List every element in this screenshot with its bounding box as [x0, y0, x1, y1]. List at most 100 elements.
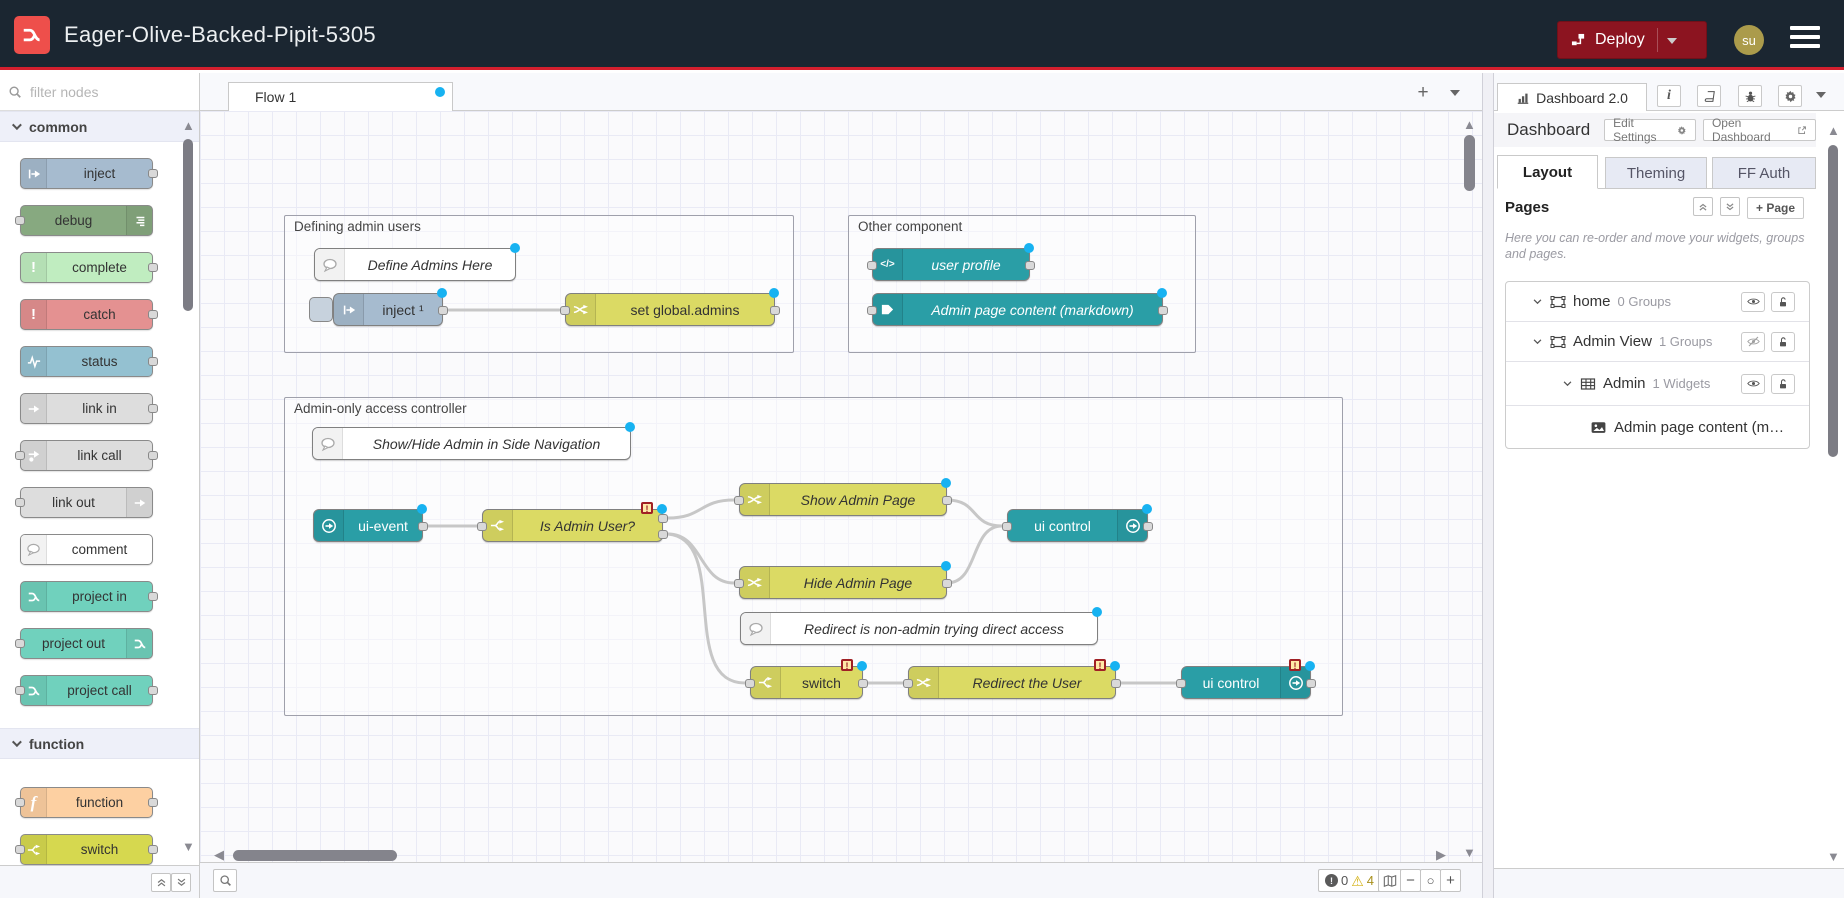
input-port[interactable] [15, 216, 25, 225]
palette-node-complete[interactable]: ! complete [20, 252, 153, 283]
input-port[interactable] [15, 845, 25, 854]
palette-node-function[interactable]: f function [20, 787, 153, 818]
output-port[interactable] [148, 263, 158, 272]
config-tab-button[interactable] [1778, 85, 1802, 107]
navigator-button[interactable] [1378, 869, 1402, 892]
node-comment-define-admins[interactable]: Define Admins Here [314, 248, 516, 281]
zoom-search-button[interactable] [213, 869, 237, 892]
output-port[interactable] [148, 169, 158, 178]
status-counts[interactable]: ! 0 ⚠ 4 [1318, 869, 1381, 892]
input-port[interactable] [15, 498, 25, 507]
palette-node-status[interactable]: status [20, 346, 153, 377]
open-dashboard-button[interactable]: Open Dashboard [1703, 119, 1816, 141]
palette-node-debug[interactable]: debug [20, 205, 153, 236]
flow-list-caret-icon[interactable] [1450, 90, 1460, 96]
input-port[interactable] [477, 522, 487, 531]
zoom-reset-button[interactable]: ○ [1420, 869, 1441, 892]
input-port[interactable] [734, 579, 744, 588]
vscroll-down-icon[interactable]: ▼ [1463, 845, 1476, 860]
visibility-button[interactable] [1741, 292, 1765, 312]
lock-button[interactable] [1771, 374, 1795, 394]
input-port[interactable] [734, 496, 744, 505]
node-comment-showhide[interactable]: Show/Hide Admin in Side Navigation [312, 427, 631, 460]
input-port[interactable] [15, 639, 25, 648]
output-port[interactable] [1025, 261, 1035, 270]
hscroll-right-icon[interactable]: ▶ [1436, 847, 1446, 862]
output-port[interactable] [942, 579, 952, 588]
vscroll-up-icon[interactable]: ▲ [1463, 117, 1476, 132]
tab-ff-auth[interactable]: FF Auth [1712, 157, 1816, 189]
input-port[interactable] [15, 686, 25, 695]
input-port[interactable] [867, 306, 877, 315]
tree-row-admin-widget[interactable]: Admin page content (m… [1506, 406, 1809, 448]
node-is-admin-user[interactable]: Is Admin User? ! [482, 509, 663, 542]
horizontal-scrollbar[interactable] [233, 850, 397, 861]
expand-all-button[interactable] [171, 873, 191, 892]
input-port[interactable] [1002, 522, 1012, 531]
move-up-button[interactable] [1693, 197, 1713, 216]
palette-node-comment[interactable]: comment [20, 534, 153, 565]
group-defining-admin-users[interactable]: Defining admin users [284, 215, 794, 353]
palette-category-common[interactable]: common [0, 111, 199, 142]
output-port[interactable] [148, 451, 158, 460]
lock-button[interactable] [1771, 332, 1795, 352]
tree-row-admin-view[interactable]: Admin View 1 Groups [1506, 322, 1809, 362]
output-port[interactable] [1306, 679, 1316, 688]
output-port[interactable] [858, 679, 868, 688]
collapse-all-button[interactable] [151, 873, 171, 892]
edit-settings-button[interactable]: Edit Settings [1604, 119, 1696, 141]
output-port[interactable] [148, 404, 158, 413]
node-switch[interactable]: switch ! [750, 666, 863, 699]
info-tab-button[interactable]: i [1657, 85, 1681, 107]
palette-node-link-in[interactable]: link in [20, 393, 153, 424]
node-hide-admin-page[interactable]: Hide Admin Page [739, 566, 947, 599]
node-set-global-admins[interactable]: set global.admins [565, 293, 775, 326]
output-port[interactable] [770, 306, 780, 315]
deploy-caret-icon[interactable] [1667, 38, 1677, 44]
tree-row-admin-group[interactable]: Admin 1 Widgets [1506, 362, 1809, 406]
palette-node-catch[interactable]: ! catch [20, 299, 153, 330]
zoom-out-button[interactable]: − [1400, 869, 1421, 892]
palette-node-switch[interactable]: switch [20, 834, 153, 865]
sidebar-scrollbar[interactable] [1828, 145, 1838, 457]
palette-scroll-up-icon[interactable]: ▲ [182, 117, 194, 135]
add-page-button[interactable]: + Page [1747, 197, 1804, 219]
output-port-2[interactable] [658, 530, 668, 539]
deploy-button[interactable]: Deploy [1557, 21, 1707, 59]
sidebar-tabs-caret-icon[interactable] [1816, 92, 1826, 98]
palette-node-link-call[interactable]: link call [20, 440, 153, 471]
node-admin-page-content[interactable]: Admin page content (markdown) [872, 293, 1163, 326]
zoom-in-button[interactable]: + [1440, 869, 1461, 892]
palette-search[interactable] [0, 73, 199, 111]
node-ui-control-b[interactable]: ui control ! [1181, 666, 1311, 699]
visibility-button[interactable] [1741, 332, 1765, 352]
palette-node-project-out[interactable]: project out [20, 628, 153, 659]
flow-canvas[interactable]: Defining admin users Other component Adm… [200, 111, 1482, 862]
input-port[interactable] [745, 679, 755, 688]
sidebar-scroll-down-icon[interactable]: ▼ [1827, 849, 1840, 864]
output-port[interactable] [1111, 679, 1121, 688]
output-port[interactable] [148, 798, 158, 807]
group-other-component[interactable]: Other component [848, 215, 1196, 353]
node-inject[interactable]: inject ¹ [333, 293, 443, 326]
palette-node-link-out[interactable]: link out [20, 487, 153, 518]
tab-flow-1[interactable]: Flow 1 [228, 82, 453, 111]
input-port[interactable] [15, 798, 25, 807]
output-port[interactable] [438, 306, 448, 315]
tree-row-home[interactable]: home 0 Groups [1506, 282, 1809, 322]
output-port[interactable] [148, 686, 158, 695]
lock-button[interactable] [1771, 292, 1795, 312]
output-port[interactable] [148, 592, 158, 601]
debug-tab-button[interactable] [1738, 85, 1762, 107]
output-port[interactable] [148, 845, 158, 854]
vertical-scrollbar[interactable] [1464, 135, 1475, 191]
chevron-down-icon[interactable] [1532, 296, 1543, 307]
tab-layout[interactable]: Layout [1497, 155, 1598, 189]
node-ui-event[interactable]: ui-event [313, 509, 423, 542]
output-port[interactable] [942, 496, 952, 505]
output-port[interactable] [1158, 306, 1168, 315]
node-ui-control-a[interactable]: ui control [1007, 509, 1148, 542]
chevron-down-icon[interactable] [1562, 378, 1573, 389]
input-port[interactable] [867, 261, 877, 270]
chevron-down-icon[interactable] [1532, 336, 1543, 347]
